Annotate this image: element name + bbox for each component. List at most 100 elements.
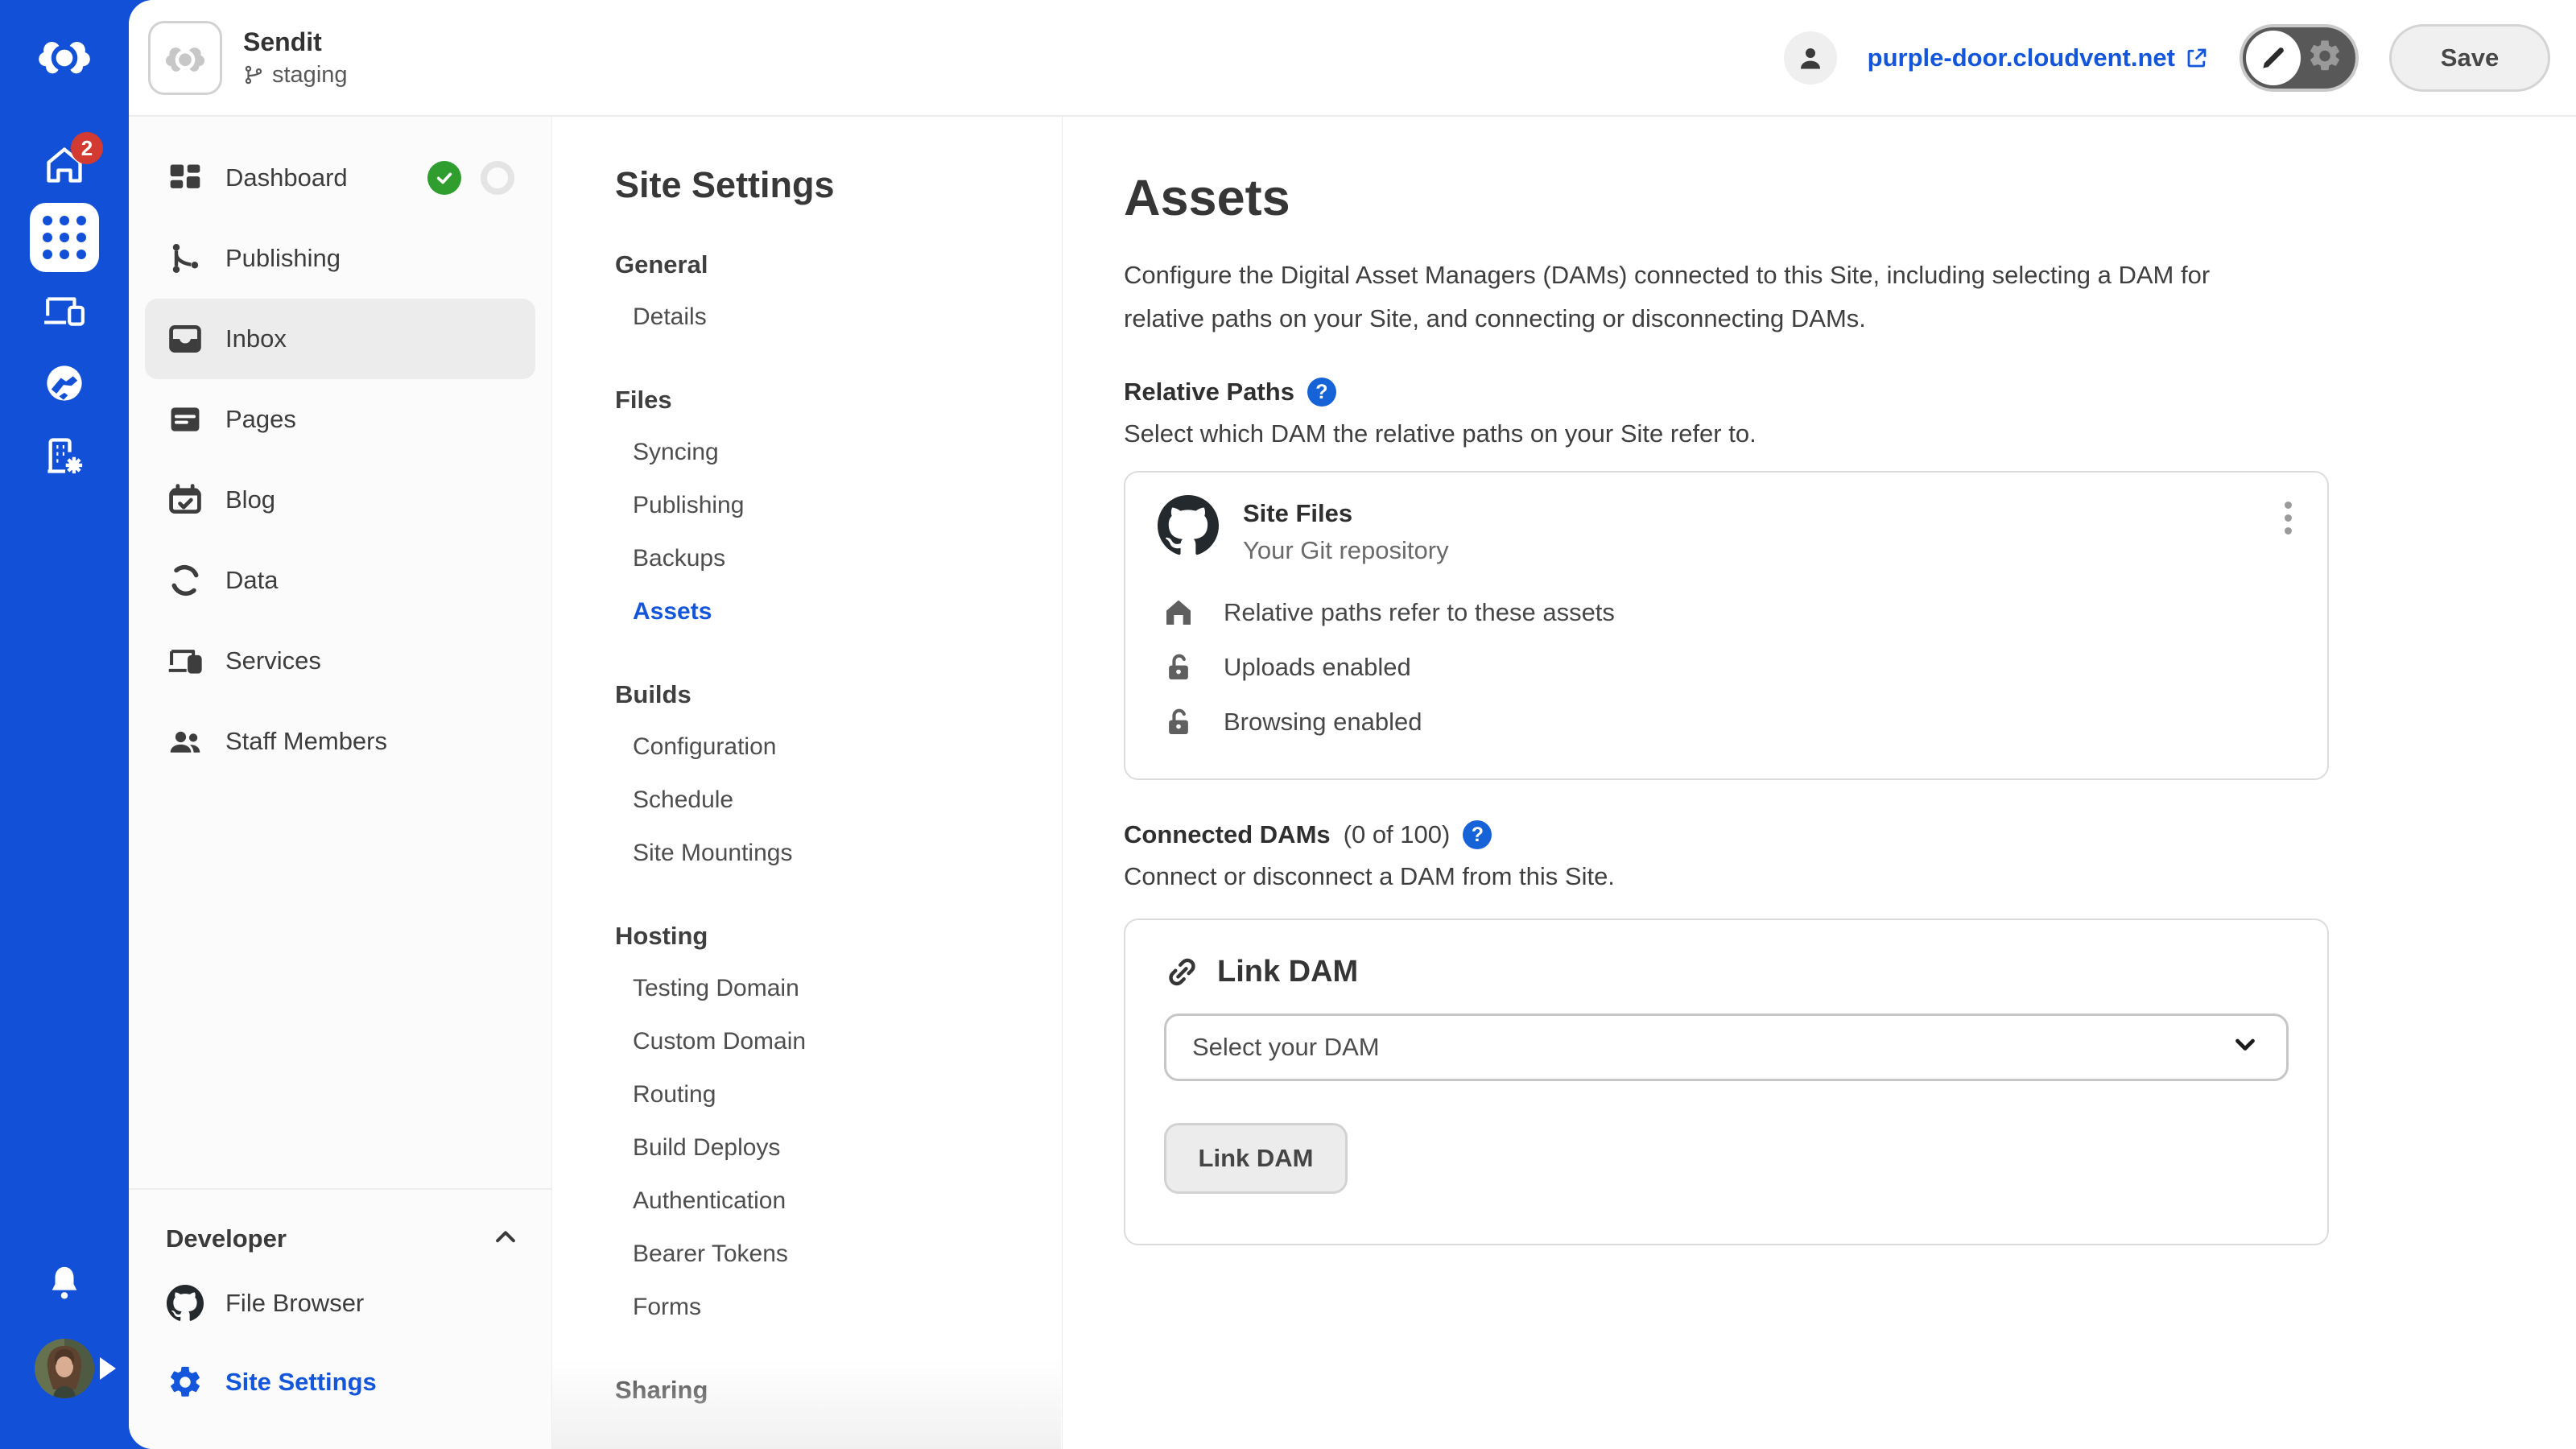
topbar: Sendit staging <box>129 0 2576 117</box>
dashboard-toggle-ring[interactable] <box>481 161 514 195</box>
bell-icon[interactable] <box>0 1262 129 1302</box>
settings-nav-item-details[interactable]: Details <box>615 291 1062 344</box>
settings-nav-item-forms[interactable]: Forms <box>615 1281 1062 1334</box>
settings-nav-item-testing-domain[interactable]: Testing Domain <box>615 962 1062 1015</box>
section-label: Files <box>615 374 1062 426</box>
feature-label: Uploads enabled <box>1224 653 1411 682</box>
sidebar-item-staff-members[interactable]: Staff Members <box>145 701 535 782</box>
sidebar-item-site-settings[interactable]: Site Settings <box>166 1343 519 1422</box>
columns: Dashboard <box>129 117 2576 1449</box>
settings-nav-item-routing[interactable]: Routing <box>615 1068 1062 1121</box>
github-icon <box>166 1285 204 1322</box>
staff-icon <box>166 724 204 759</box>
settings-nav-item-publishing[interactable]: Publishing <box>615 479 1062 532</box>
sidebar-item-pages[interactable]: Pages <box>145 379 535 460</box>
settings-section-general: General Details <box>615 239 1062 344</box>
edit-settings-mode-toggle[interactable] <box>2240 24 2359 92</box>
avatar-expand-arrow-icon[interactable] <box>100 1357 116 1380</box>
app-panel: Sendit staging <box>129 0 2576 1449</box>
help-icon[interactable]: ? <box>1463 820 1492 849</box>
settings-nav-item-configuration[interactable]: Configuration <box>615 720 1062 774</box>
sidebar-item-data[interactable]: Data <box>145 540 535 621</box>
settings-nav-item-bearer-tokens[interactable]: Bearer Tokens <box>615 1228 1062 1281</box>
settings-nav-item-custom-domain[interactable]: Custom Domain <box>615 1015 1062 1068</box>
page-intro: Configure the Digital Asset Managers (DA… <box>1124 254 2291 341</box>
gear-icon[interactable] <box>2306 37 2343 78</box>
sidebar-item-blog[interactable]: Blog <box>145 460 535 540</box>
dam-select-placeholder: Select your DAM <box>1192 1033 1380 1062</box>
cloudcannon-logo[interactable] <box>0 26 129 85</box>
save-button[interactable]: Save <box>2389 24 2550 92</box>
settings-nav-item-build-deploys[interactable]: Build Deploys <box>615 1121 1062 1174</box>
home-icon <box>1161 597 1196 629</box>
pages-icon <box>166 402 204 437</box>
sidebar-item-label: File Browser <box>225 1289 364 1318</box>
settings-nav-item-authentication[interactable]: Authentication <box>615 1174 1062 1228</box>
link-icon <box>1164 954 1199 989</box>
globe-icon[interactable] <box>0 362 129 404</box>
section-label: Hosting <box>615 910 1062 962</box>
settings-nav-item-syncing[interactable]: Syncing <box>615 426 1062 479</box>
apps-grid-active-tile <box>30 203 99 272</box>
preview-domain-link[interactable]: purple-door.cloudvent.net <box>1868 43 2209 72</box>
site-files-card: Site Files Your Git repository Relative … <box>1124 471 2329 780</box>
feature-row: Uploads enabled <box>1125 640 2327 695</box>
dashboard-enabled-check-icon[interactable] <box>427 161 461 195</box>
sidebar-item-label: Dashboard <box>225 163 348 192</box>
inbox-icon <box>166 321 204 357</box>
help-icon[interactable]: ? <box>1307 378 1336 407</box>
feature-label: Relative paths refer to these assets <box>1224 598 1615 627</box>
pencil-icon[interactable] <box>2246 31 2301 85</box>
sidebar-item-file-browser[interactable]: File Browser <box>166 1264 519 1343</box>
data-icon <box>166 563 204 598</box>
settings-nav-item-assets[interactable]: Assets <box>615 585 1062 638</box>
developer-section: Developer File Browser <box>129 1188 551 1449</box>
account-avatar[interactable] <box>1784 31 1837 85</box>
sidebar-item-publishing[interactable]: Publishing <box>145 218 535 299</box>
developer-section-label: Developer <box>166 1224 287 1253</box>
dam-select[interactable]: Select your DAM <box>1164 1013 2289 1081</box>
settings-nav-item-backups[interactable]: Backups <box>615 532 1062 585</box>
page-title: Assets <box>1124 162 2576 234</box>
external-link-icon <box>2185 46 2209 70</box>
sidebar-item-label: Blog <box>225 485 275 514</box>
devices-icon[interactable] <box>0 290 129 332</box>
apps-grid-icon[interactable] <box>0 202 129 273</box>
site-icon <box>148 21 222 95</box>
settings-section-files: Files Syncing Publishing Backups Assets <box>615 374 1062 638</box>
sidebar-item-inbox[interactable]: Inbox <box>145 299 535 379</box>
settings-nav-title: Site Settings <box>615 162 1062 208</box>
link-dam-button[interactable]: Link DAM <box>1164 1123 1348 1194</box>
sidebar-item-label: Data <box>225 566 278 595</box>
topbar-actions: purple-door.cloudvent.net <box>1784 24 2550 92</box>
link-dam-title: Link DAM <box>1217 955 1358 989</box>
icon-rail: 2 <box>0 0 129 1449</box>
sidebar-item-label: Services <box>225 646 321 675</box>
connected-dams-description: Connect or disconnect a DAM from this Si… <box>1124 862 2576 891</box>
organization-gear-icon[interactable] <box>0 435 129 477</box>
settings-nav: Site Settings General Details Files Sync… <box>552 117 1063 1449</box>
assets-settings-page: Assets Configure the Digital Asset Manag… <box>1063 117 2576 1449</box>
section-label: Builds <box>615 669 1062 720</box>
git-branch-icon <box>243 64 264 86</box>
site-name: Sendit <box>243 25 348 59</box>
home-icon[interactable] <box>0 143 129 187</box>
gear-icon <box>166 1364 204 1401</box>
sidebar-item-label: Staff Members <box>225 727 387 756</box>
site-sidebar: Dashboard <box>129 117 552 1449</box>
sidebar-item-label: Site Settings <box>225 1368 377 1397</box>
feature-row: Relative paths refer to these assets <box>1125 585 2327 640</box>
sidebar-item-dashboard[interactable]: Dashboard <box>145 138 535 218</box>
feature-row: Browsing enabled <box>1125 695 2327 749</box>
sidebar-item-label: Pages <box>225 405 296 434</box>
notification-badge: 2 <box>71 132 103 164</box>
kebab-menu-icon[interactable] <box>2277 495 2300 541</box>
settings-nav-item-schedule[interactable]: Schedule <box>615 774 1062 827</box>
developer-section-header[interactable]: Developer <box>166 1214 519 1264</box>
unlock-icon <box>1161 706 1196 738</box>
settings-nav-item-site-mountings[interactable]: Site Mountings <box>615 827 1062 880</box>
chevron-up-icon <box>492 1224 519 1255</box>
feature-label: Browsing enabled <box>1224 708 1422 737</box>
services-icon <box>166 643 204 679</box>
sidebar-item-services[interactable]: Services <box>145 621 535 701</box>
